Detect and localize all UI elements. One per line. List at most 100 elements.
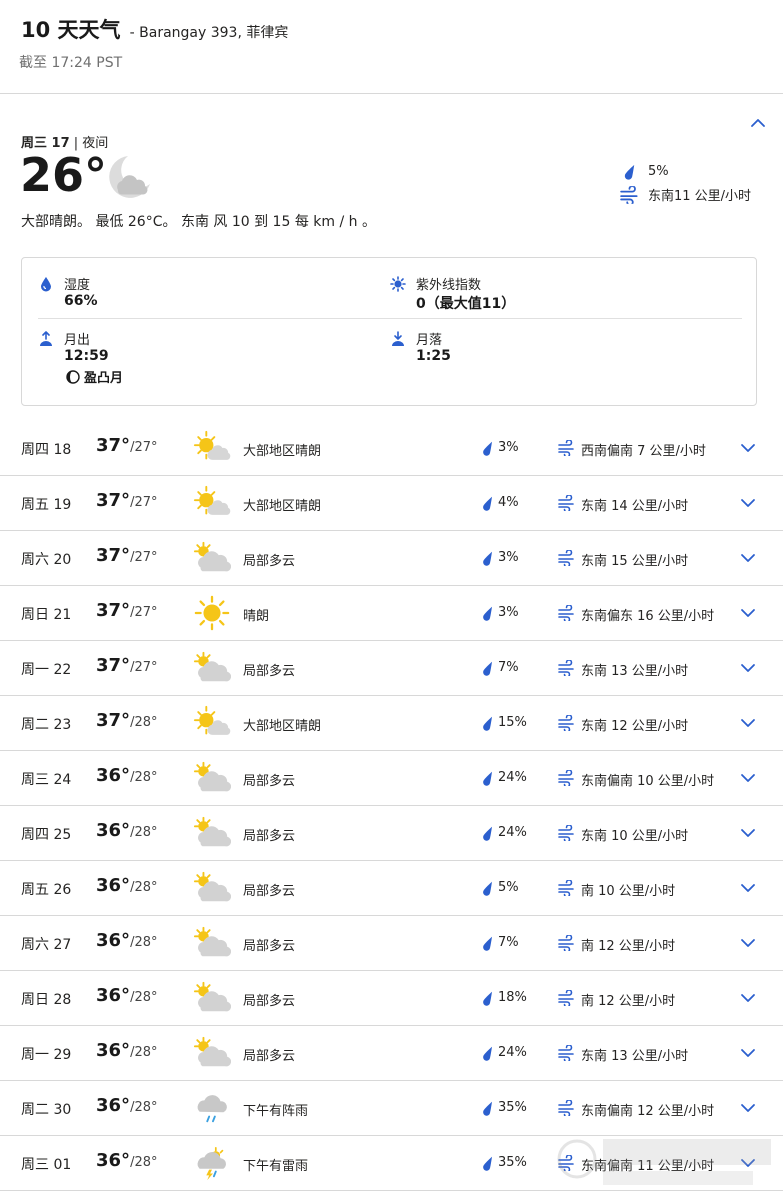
expand-chevron-down-icon[interactable]	[738, 879, 758, 897]
forecast-low: /28°	[130, 770, 158, 785]
partly-cloudy-icon	[193, 649, 231, 687]
forecast-row[interactable]: 周一 22 37°/27° 局部多云 7% 东南 13 公里/小时	[0, 641, 783, 696]
forecast-precip: 15%	[498, 715, 527, 730]
forecast-row[interactable]: 周一 29 36°/28° 局部多云 24% 东南 13 公里/小时	[0, 1026, 783, 1081]
forecast-wind: 东南偏南 12 公里/小时	[581, 1104, 715, 1119]
expand-chevron-down-icon[interactable]	[738, 1154, 758, 1172]
forecast-row[interactable]: 周六 27 36°/28° 局部多云 7% 南 12 公里/小时	[0, 916, 783, 971]
forecast-precip: 7%	[498, 660, 519, 675]
forecast-temps: 36°/28°	[96, 1040, 157, 1061]
forecast-low: /27°	[130, 495, 158, 510]
forecast-condition: 大部地区晴朗	[243, 719, 322, 734]
mostly-sunny-icon	[193, 429, 231, 467]
forecast-condition: 局部多云	[243, 774, 296, 789]
location-label: - Barangay 393, 菲律宾	[129, 25, 289, 41]
expand-chevron-down-icon[interactable]	[738, 934, 758, 952]
collapse-chevron-up-icon[interactable]	[746, 113, 770, 133]
forecast-low: /28°	[130, 1155, 158, 1170]
forecast-row[interactable]: 周二 23 37°/28° 大部地区晴朗 15% 东南 12 公里/小时	[0, 696, 783, 751]
forecast-row[interactable]: 周四 18 37°/27° 大部地区晴朗 3% 西南偏南 7 公里/小时	[0, 421, 783, 476]
forecast-precip: 4%	[498, 495, 519, 510]
wind-icon	[558, 660, 576, 676]
forecast-low: /28°	[130, 1100, 158, 1115]
expand-chevron-down-icon[interactable]	[738, 494, 758, 512]
today-precip: 5%	[648, 164, 669, 179]
forecast-condition: 局部多云	[243, 1049, 296, 1064]
forecast-row[interactable]: 周四 25 36°/28° 局部多云 24% 东南 10 公里/小时	[0, 806, 783, 861]
wind-icon	[558, 935, 576, 951]
forecast-high: 36°	[96, 930, 131, 951]
forecast-row[interactable]: 周日 28 36°/28° 局部多云 18% 南 12 公里/小时	[0, 971, 783, 1026]
forecast-condition: 局部多云	[243, 829, 296, 844]
crescent-moon-cloud-icon	[109, 156, 150, 198]
forecast-day: 周六 20	[21, 552, 72, 568]
wind-icon	[558, 1100, 576, 1116]
raindrop-icon	[620, 163, 640, 181]
raindrop-icon	[481, 825, 495, 842]
forecast-precip: 3%	[498, 440, 519, 455]
moonrise-icon	[40, 331, 52, 346]
moon-phase-icon	[66, 369, 80, 384]
partly-cloudy-icon	[193, 979, 231, 1017]
forecast-row[interactable]: 周三 01 36°/28° 下午有雷雨 35% 东南偏南 11 公里/小时	[0, 1136, 783, 1191]
mostly-sunny-icon	[193, 704, 231, 742]
raindrop-icon	[481, 440, 495, 457]
forecast-low: /27°	[130, 440, 158, 455]
moonrise-label: 月出	[64, 333, 91, 348]
forecast-day: 周五 26	[21, 882, 72, 898]
forecast-condition: 晴朗	[243, 609, 270, 624]
forecast-row[interactable]: 周日 21 37°/27° 晴朗 3% 东南偏东 16 公里/小时	[0, 586, 783, 641]
forecast-low: /28°	[130, 880, 158, 895]
forecast-precip: 35%	[498, 1100, 527, 1115]
wind-icon	[558, 495, 576, 511]
sunny-icon	[193, 594, 231, 632]
forecast-precip: 3%	[498, 605, 519, 620]
expand-chevron-down-icon[interactable]	[738, 1099, 758, 1117]
forecast-low: /28°	[130, 990, 158, 1005]
expand-chevron-down-icon[interactable]	[738, 604, 758, 622]
forecast-day: 周四 25	[21, 827, 72, 843]
raindrop-icon	[481, 990, 495, 1007]
forecast-row[interactable]: 周五 26 36°/28° 局部多云 5% 南 10 公里/小时	[0, 861, 783, 916]
forecast-temps: 36°/28°	[96, 765, 157, 786]
moonset-value: 1:25	[416, 348, 451, 364]
wind-icon	[558, 550, 576, 566]
forecast-row[interactable]: 周六 20 37°/27° 局部多云 3% 东南 15 公里/小时	[0, 531, 783, 586]
forecast-wind: 东南 14 公里/小时	[581, 499, 689, 514]
moon-phase: 盈凸月	[66, 367, 123, 386]
expand-chevron-down-icon[interactable]	[738, 439, 758, 457]
expand-chevron-down-icon[interactable]	[738, 769, 758, 787]
moonset-label: 月落	[416, 333, 443, 348]
expand-chevron-down-icon[interactable]	[738, 989, 758, 1007]
forecast-high: 36°	[96, 1040, 131, 1061]
forecast-condition: 局部多云	[243, 664, 296, 679]
uv-label: 紫外线指数	[416, 278, 482, 293]
humidity-drop-icon	[41, 277, 51, 292]
forecast-condition: 大部地区晴朗	[243, 499, 322, 514]
wind-icon	[558, 1045, 576, 1061]
forecast-low: /28°	[130, 715, 158, 730]
current-temperature: 26°	[20, 148, 108, 202]
forecast-wind: 东南 13 公里/小时	[581, 664, 689, 679]
forecast-temps: 36°/28°	[96, 875, 157, 896]
forecast-row[interactable]: 周二 30 36°/28° 下午有阵雨 35% 东南偏南 12 公里/小时	[0, 1081, 783, 1136]
forecast-temps: 37°/27°	[96, 490, 157, 511]
forecast-wind: 东南偏南 10 公里/小时	[581, 774, 715, 789]
forecast-header: 10 天天气 - Barangay 393, 菲律宾 截至 17:24 PST	[0, 0, 783, 94]
expand-chevron-down-icon[interactable]	[738, 1044, 758, 1062]
forecast-high: 36°	[96, 1150, 131, 1171]
forecast-precip: 5%	[498, 880, 519, 895]
forecast-row[interactable]: 周五 19 37°/27° 大部地区晴朗 4% 东南 14 公里/小时	[0, 476, 783, 531]
expand-chevron-down-icon[interactable]	[738, 824, 758, 842]
forecast-wind: 东南 10 公里/小时	[581, 829, 689, 844]
forecast-temps: 37°/28°	[96, 710, 157, 731]
expand-chevron-down-icon[interactable]	[738, 659, 758, 677]
moonrise-value: 12:59	[64, 348, 109, 364]
forecast-day: 周三 01	[21, 1157, 72, 1173]
expand-chevron-down-icon[interactable]	[738, 549, 758, 567]
forecast-low: /28°	[130, 825, 158, 840]
forecast-row[interactable]: 周三 24 36°/28° 局部多云 24% 东南偏南 10 公里/小时	[0, 751, 783, 806]
forecast-temps: 36°/28°	[96, 1095, 157, 1116]
expand-chevron-down-icon[interactable]	[738, 714, 758, 732]
wind-icon	[558, 715, 576, 731]
